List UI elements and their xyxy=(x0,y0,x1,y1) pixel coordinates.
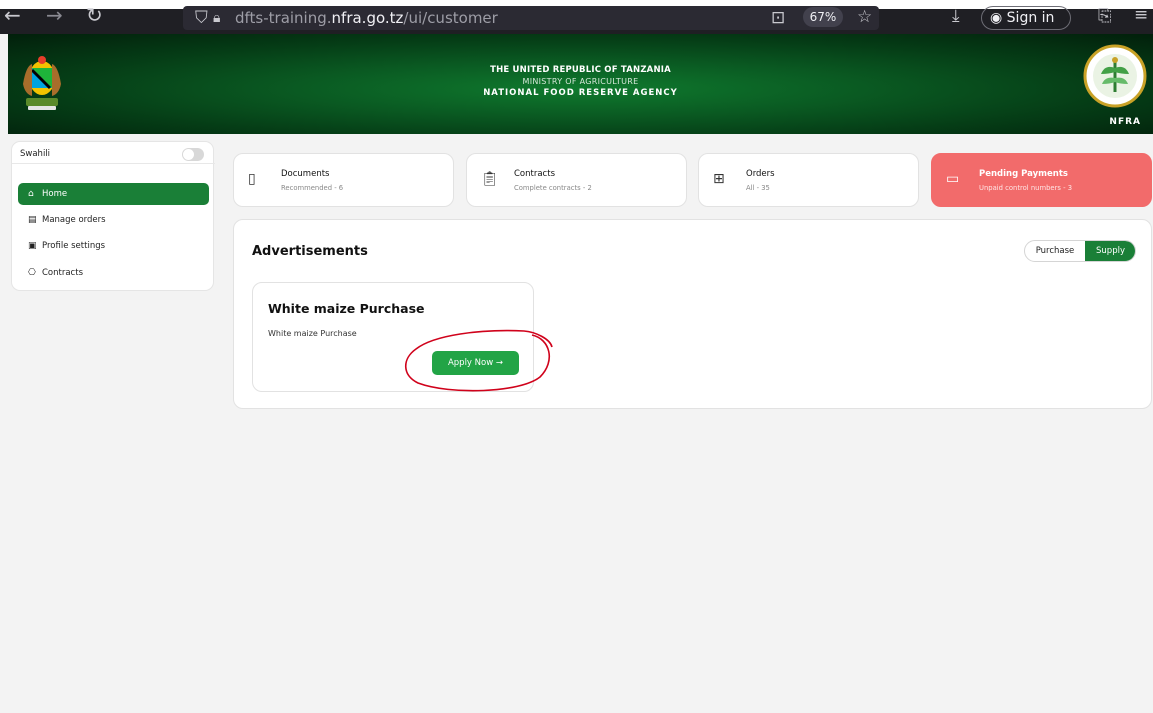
shield-icon[interactable]: ⛉ xyxy=(195,8,208,28)
document-icon: ▯ xyxy=(248,171,256,187)
sidebar-item-contracts[interactable]: ⎔ Contracts xyxy=(18,262,209,284)
nfra-logo-label: NFRA xyxy=(1109,117,1141,127)
advertisements-title: Advertisements xyxy=(252,244,368,259)
zoom-level[interactable]: 67% xyxy=(803,7,843,27)
language-toggle[interactable] xyxy=(182,148,204,161)
stat-title: Documents xyxy=(281,169,330,179)
language-label: Swahili xyxy=(20,149,51,159)
payment-icon: ▭ xyxy=(946,171,960,187)
home-icon: ⌂ xyxy=(28,189,34,199)
stat-subtitle: Complete contracts - 2 xyxy=(514,184,592,192)
ad-description: White maize Purchase xyxy=(268,329,357,338)
toggle-knob xyxy=(183,149,194,160)
sidebar-item-label: Home xyxy=(42,189,68,199)
browser-toolbar: ← → ↻ ⛉ 🔒︎ dfts-training.nfra.go.tz/ui/c… xyxy=(0,0,1153,34)
lock-icon[interactable]: 🔒︎ xyxy=(213,8,220,28)
address-bar[interactable]: ⛉ 🔒︎ dfts-training.nfra.go.tz/ui/custome… xyxy=(183,6,879,30)
filter-purchase-button[interactable]: Purchase xyxy=(1025,241,1085,261)
clipboard-icon: 📋︎ xyxy=(481,171,499,187)
extensions-icon[interactable]: ⎘ xyxy=(1098,6,1112,26)
sidebar: Swahili ⌂ Home ▤ Manage orders ▣ Profile se… xyxy=(11,141,215,291)
account-icon: ◉ xyxy=(990,10,1003,26)
filter-supply-button[interactable]: Supply xyxy=(1085,241,1135,261)
stat-card-pending-payments[interactable]: ▭ Pending Payments Unpaid control number… xyxy=(931,153,1152,207)
grid-icon: ⊞ xyxy=(713,171,725,187)
url-text[interactable]: dfts-training.nfra.go.tz/ui/customer xyxy=(235,9,498,27)
stat-title: Pending Payments xyxy=(979,169,1068,179)
ad-title: White maize Purchase xyxy=(268,301,425,316)
stat-subtitle: Unpaid control numbers - 3 xyxy=(979,184,1073,192)
menu-icon[interactable]: ≡ xyxy=(1134,5,1148,25)
profile-icon: ▣ xyxy=(28,241,37,251)
banner-ministry: MINISTRY OF AGRICULTURE xyxy=(522,77,639,86)
ad-filter-toggle: Purchase Supply xyxy=(1024,240,1136,262)
stat-title: Orders xyxy=(746,169,775,179)
bookmark-star-icon[interactable]: ☆ xyxy=(857,7,872,27)
contracts-icon: ⎔ xyxy=(28,268,36,278)
nfra-seal-logo xyxy=(1083,44,1147,108)
sidebar-item-manage-orders[interactable]: ▤ Manage orders xyxy=(18,209,209,231)
forward-icon[interactable]: → xyxy=(46,4,63,26)
banner-agency: NATIONAL FOOD RESERVE AGENCY xyxy=(483,88,678,98)
advertisements-panel: Advertisements Purchase Supply White mai… xyxy=(233,219,1152,409)
downloads-icon[interactable]: ⤓ xyxy=(952,6,960,26)
reload-icon[interactable]: ↻ xyxy=(86,4,103,26)
banner-country: THE UNITED REPUBLIC OF TANZANIA xyxy=(490,65,671,75)
stat-title: Contracts xyxy=(514,169,555,179)
advertisement-card: White maize Purchase White maize Purchas… xyxy=(252,282,534,392)
sidebar-item-profile-settings[interactable]: ▣ Profile settings xyxy=(18,235,209,257)
orders-icon: ▤ xyxy=(28,215,37,225)
header-banner: THE UNITED REPUBLIC OF TANZANIA MINISTRY… xyxy=(8,34,1153,134)
apply-now-button[interactable]: Apply Now → xyxy=(432,351,519,375)
download-page-icon[interactable]: ⊡ xyxy=(771,8,785,28)
stat-card-documents[interactable]: ▯ Documents Recommended - 6 xyxy=(233,153,454,207)
stat-subtitle: Recommended - 6 xyxy=(281,184,344,192)
sidebar-item-home[interactable]: ⌂ Home xyxy=(18,183,209,205)
back-icon[interactable]: ← xyxy=(4,4,21,26)
signin-label: Sign in xyxy=(1006,10,1055,26)
sidebar-item-label: Contracts xyxy=(42,268,83,278)
stat-card-contracts[interactable]: 📋︎ Contracts Complete contracts - 2 xyxy=(466,153,687,207)
signin-button[interactable]: ◉ Sign in xyxy=(981,6,1071,30)
stat-subtitle: All - 35 xyxy=(746,184,770,192)
stat-card-orders[interactable]: ⊞ Orders All - 35 xyxy=(698,153,919,207)
language-switcher: Swahili xyxy=(12,142,215,164)
sidebar-item-label: Manage orders xyxy=(42,215,106,225)
sidebar-item-label: Profile settings xyxy=(42,241,106,251)
